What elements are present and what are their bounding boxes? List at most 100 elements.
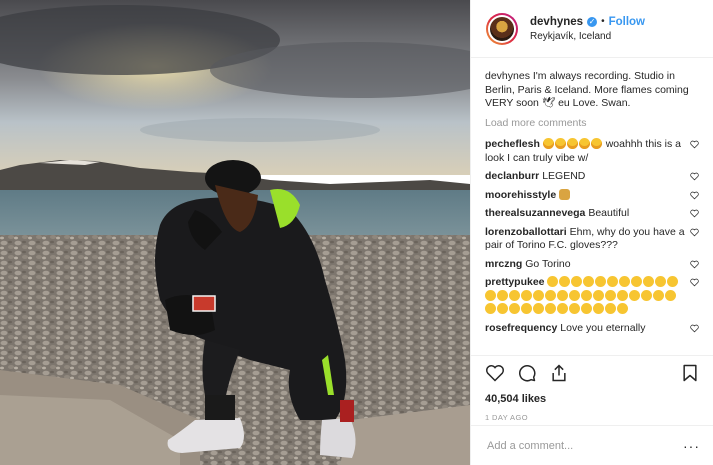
- location-link[interactable]: Reykjavík, Iceland: [530, 31, 645, 42]
- shocked-face-emoji: [631, 276, 643, 287]
- comment-like-heart-icon[interactable]: [690, 172, 699, 181]
- shocked-face-emoji: [559, 276, 571, 287]
- shocked-face-emoji: [593, 289, 604, 301]
- heart-eyes-emoji: [566, 138, 578, 149]
- avatar[interactable]: [486, 12, 518, 45]
- avatar-image: [490, 16, 514, 41]
- likes-count[interactable]: 40,504 likes: [485, 393, 700, 405]
- shocked-face-emoji: [667, 276, 679, 287]
- heart-eyes-emoji: [590, 138, 602, 149]
- shocked-face-emoji: [497, 289, 508, 301]
- heart-eyes-emoji: [542, 138, 554, 149]
- bookmark-icon[interactable]: [680, 363, 700, 383]
- shocked-face-emoji: [509, 289, 520, 301]
- header-username[interactable]: devhynes: [530, 16, 583, 28]
- add-comment-input[interactable]: [485, 438, 683, 453]
- post-header: devhynes ✓ • Follow Reykjavík, Iceland: [471, 0, 713, 58]
- shocked-face-emoji: [595, 276, 607, 287]
- post-sidebar: devhynes ✓ • Follow Reykjavík, Iceland d…: [470, 0, 713, 465]
- shocked-face-emoji: [653, 289, 664, 301]
- comment-item: lorenzoballottari Ehm, why do you have a…: [485, 226, 699, 253]
- shocked-face-emoji: [607, 276, 619, 287]
- shocked-face-emoji: [571, 276, 583, 287]
- share-icon[interactable]: [549, 363, 569, 383]
- shocked-face-emoji: [655, 276, 667, 287]
- shocked-face-emoji: [605, 289, 616, 301]
- post-timestamp[interactable]: 1 DAY AGO: [485, 413, 700, 422]
- shocked-face-emoji: [569, 303, 580, 314]
- comment-like-heart-icon[interactable]: [690, 260, 699, 269]
- more-dots-icon[interactable]: ···: [683, 438, 700, 454]
- shocked-face-emoji: [629, 289, 640, 301]
- comment-text: Love you eternally: [560, 321, 646, 334]
- comment-username[interactable]: pecheflesh: [485, 138, 540, 150]
- verified-badge-icon: ✓: [587, 16, 598, 27]
- post-photo[interactable]: [0, 0, 470, 465]
- caption-username[interactable]: devhynes: [485, 70, 530, 82]
- comment-item: mrczng Go Torino: [485, 258, 699, 272]
- comment-item: prettypukee: [485, 276, 699, 317]
- shocked-face-emoji: [533, 289, 544, 301]
- shocked-face-emoji: [569, 289, 580, 301]
- shocked-face-emoji: [497, 303, 508, 314]
- heart-icon[interactable]: [485, 363, 505, 383]
- comment-like-heart-icon[interactable]: [690, 191, 699, 200]
- comment-username[interactable]: moorehisstyle: [485, 189, 556, 201]
- comment-like-heart-icon[interactable]: [690, 209, 699, 218]
- instagram-post: devhynes ✓ • Follow Reykjavík, Iceland d…: [0, 0, 713, 465]
- shocked-face-emoji: [557, 289, 568, 301]
- shocked-face-emoji: [485, 303, 496, 314]
- caption: devhynes I'm always recording. Studio in…: [485, 70, 699, 111]
- shocked-face-emoji: [509, 303, 520, 314]
- photo-man-crouching-on-rocky-shore: [0, 0, 470, 465]
- shocked-face-emoji: [545, 289, 556, 301]
- comment-username[interactable]: lorenzoballottari: [485, 226, 567, 238]
- action-row: [485, 362, 700, 384]
- shocked-face-emoji: [581, 303, 592, 314]
- shocked-face-emoji: [521, 289, 532, 301]
- shocked-face-emoji: [485, 289, 496, 301]
- shocked-face-emoji: [641, 289, 652, 301]
- shocked-face-emoji: [593, 303, 604, 314]
- avatar-ring: [488, 14, 516, 43]
- heart-eyes-emoji: [554, 138, 566, 149]
- shocked-face-emoji: [617, 303, 628, 314]
- comment-text: LEGEND: [542, 170, 586, 182]
- shocked-face-emoji: [521, 303, 532, 314]
- comment-like-heart-icon[interactable]: [690, 324, 699, 333]
- comment-username[interactable]: therealsuzannevega: [485, 207, 585, 219]
- shocked-face-emoji: [619, 276, 631, 287]
- comments-list: devhynes I'm always recording. Studio in…: [471, 58, 713, 335]
- header-separator: •: [601, 16, 605, 27]
- comment-username[interactable]: rosefrequency: [485, 322, 557, 334]
- header-row: devhynes ✓ • Follow: [530, 16, 645, 28]
- comment-item: therealsuzannevega Beautiful: [485, 207, 699, 221]
- header-text: devhynes ✓ • Follow Reykjavík, Iceland: [530, 16, 645, 42]
- heart-eyes-emoji-group: [542, 138, 606, 150]
- comment-like-heart-icon[interactable]: [690, 140, 699, 149]
- comment-like-heart-icon[interactable]: [690, 228, 699, 237]
- comment-username[interactable]: prettypukee: [485, 276, 545, 288]
- comment-username[interactable]: mrczng: [485, 258, 522, 270]
- shocked-face-emoji: [557, 303, 568, 314]
- comment-text: Go Torino: [525, 257, 571, 270]
- follow-button[interactable]: Follow: [609, 16, 645, 28]
- comment-item: moorehisstyle: [485, 188, 699, 203]
- comment-username[interactable]: declanburr: [485, 170, 539, 182]
- shocked-face-emoji: [665, 289, 676, 301]
- comment-text: Beautiful: [588, 207, 630, 219]
- shocked-face-emoji: [533, 303, 544, 314]
- shocked-face-emoji: [617, 289, 628, 301]
- heart-eyes-emoji: [578, 138, 590, 149]
- comment-like-heart-icon[interactable]: [690, 278, 699, 287]
- shocked-face-emoji: [583, 276, 595, 287]
- add-comment-bar: ···: [471, 425, 713, 465]
- shocked-face-emoji: [581, 289, 592, 301]
- load-more-comments-button[interactable]: Load more comments: [485, 117, 699, 131]
- comment-item: rosefrequency Love you eternally: [485, 322, 699, 336]
- shocked-face-emoji: [545, 303, 556, 314]
- shocked-face-emoji: [547, 276, 559, 287]
- shocked-face-emoji: [605, 303, 616, 314]
- speech-bubble-icon[interactable]: [517, 363, 537, 383]
- comment-item: pecheflesh woahhh this is a look I can t…: [485, 138, 699, 165]
